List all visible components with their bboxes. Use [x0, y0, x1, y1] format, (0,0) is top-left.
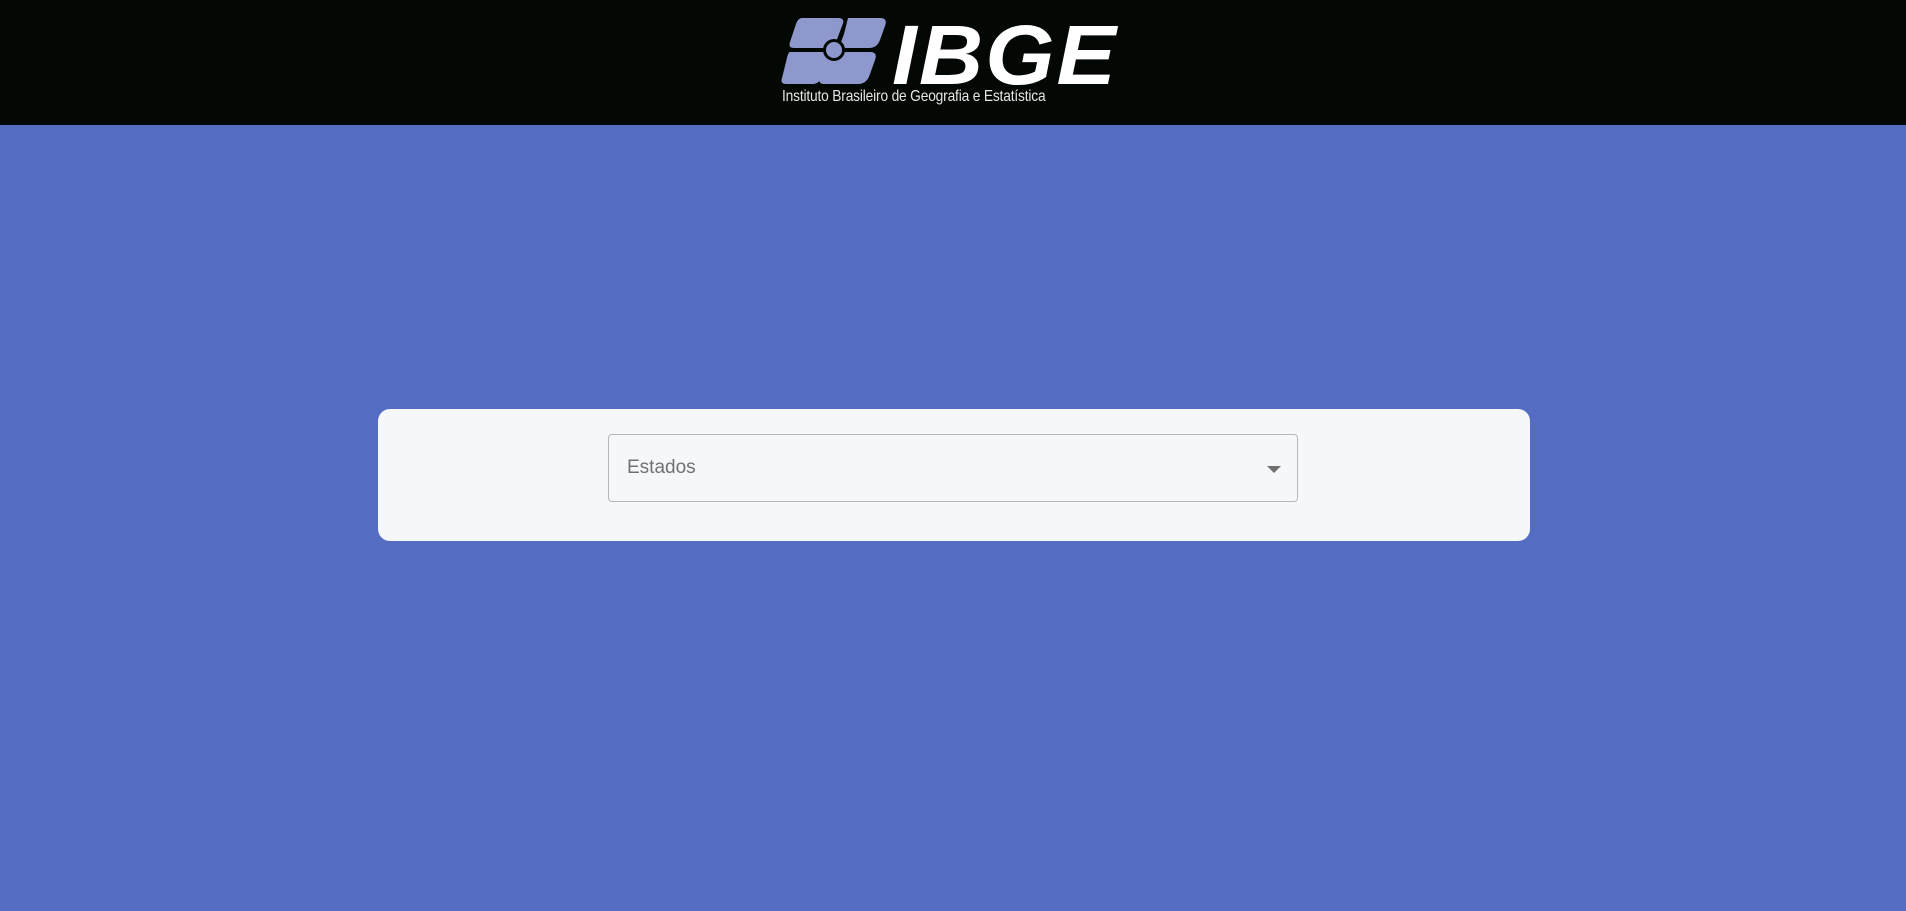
logo-wordmark: IBGE: [892, 14, 1119, 94]
filter-panel: Estados: [378, 409, 1530, 541]
logo-caption: Instituto Brasileiro de Geografia e Esta…: [782, 88, 1046, 105]
header-bar: IBGE Instituto Brasileiro de Geografia e…: [0, 0, 1906, 125]
dropdown-arrow-icon[interactable]: [1267, 466, 1281, 473]
state-select-placeholder: Estados: [627, 457, 696, 478]
ibge-logo: IBGE Instituto Brasileiro de Geografia e…: [780, 14, 1126, 110]
ibge-emblem-icon: IBGE: [781, 14, 1119, 94]
state-select[interactable]: Estados: [608, 434, 1298, 502]
